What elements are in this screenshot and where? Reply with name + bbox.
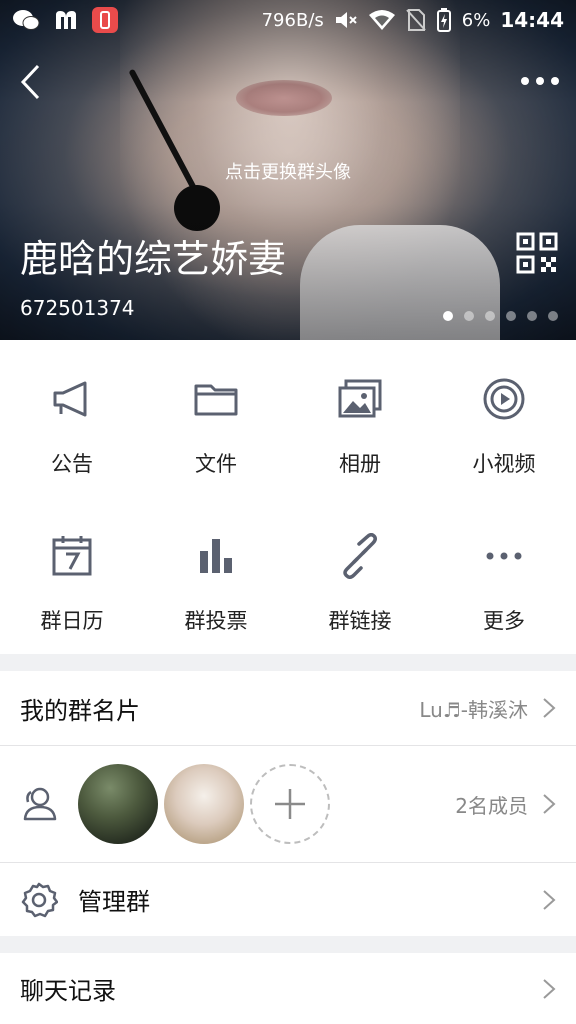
banner-page-indicator <box>443 311 558 321</box>
more-dots-icon <box>521 77 559 85</box>
feature-short-video[interactable]: 小视频 <box>432 340 576 497</box>
m-app-icon <box>54 9 78 31</box>
my-group-card-title: 我的群名片 <box>20 696 140 725</box>
back-button[interactable] <box>10 60 50 104</box>
page-indicator-dot <box>485 311 495 321</box>
feature-link[interactable]: 群链接 <box>288 497 432 654</box>
battery-charging-icon <box>436 8 452 32</box>
feature-label: 文件 <box>195 452 237 476</box>
feature-label: 更多 <box>483 609 525 633</box>
chevron-right-icon <box>543 978 556 999</box>
feature-label: 小视频 <box>472 452 536 476</box>
member-avatar[interactable] <box>164 764 244 844</box>
mute-icon <box>334 10 358 30</box>
qr-code-button[interactable] <box>516 232 558 274</box>
short-video-icon <box>483 378 525 420</box>
feature-more[interactable]: 更多 <box>432 497 576 654</box>
clock: 14:44 <box>500 8 564 32</box>
members-icon <box>23 787 57 821</box>
folder-icon <box>194 384 238 416</box>
vote-bar-chart-icon <box>200 539 232 573</box>
battery-percent: 6% <box>461 9 491 31</box>
feature-announcement[interactable]: 公告 <box>0 340 144 497</box>
member-avatar[interactable] <box>78 764 158 844</box>
page-indicator-dot <box>506 311 516 321</box>
feature-vote[interactable]: 群投票 <box>144 497 288 654</box>
wifi-icon <box>368 9 396 31</box>
chat-history-title: 聊天记录 <box>20 977 116 1005</box>
page-indicator-dot <box>527 311 537 321</box>
chevron-right-icon <box>543 698 556 718</box>
feature-label: 公告 <box>51 452 93 476</box>
feature-album[interactable]: 相册 <box>288 340 432 497</box>
my-group-card-row[interactable]: 我的群名片 Lu♬-韩溪沐 <box>0 671 576 745</box>
chevron-left-icon <box>20 64 40 100</box>
feature-label: 群投票 <box>184 609 248 633</box>
calendar-icon <box>52 536 92 576</box>
feature-files[interactable]: 文件 <box>144 340 288 497</box>
page-indicator-dot <box>548 311 558 321</box>
manage-group-title: 管理群 <box>78 888 150 916</box>
link-icon <box>343 533 378 579</box>
members-row[interactable]: 2名成员 <box>0 746 576 862</box>
chevron-right-icon <box>543 889 556 910</box>
qr-code-icon <box>516 232 558 274</box>
plus-icon <box>275 789 305 819</box>
megaphone-icon <box>53 381 87 417</box>
add-member-button[interactable] <box>250 764 330 844</box>
status-bar: 796B/s 6% 14:44 <box>0 0 576 40</box>
manage-group-row[interactable]: 管理群 <box>0 863 576 936</box>
chat-history-row[interactable]: 聊天记录 <box>0 953 576 1024</box>
member-count: 2名成员 <box>455 793 528 818</box>
red-app-icon <box>92 7 118 33</box>
no-sim-icon <box>406 9 426 31</box>
group-id: 672501374 <box>20 296 135 320</box>
network-speed: 796B/s <box>261 9 324 31</box>
feature-label: 群日历 <box>40 609 104 633</box>
feature-grid: 公告 文件 相册 小视频 群日历 群投票 群链接 更多 <box>0 340 576 654</box>
change-avatar-hint[interactable]: 点击更换群头像 <box>0 158 576 184</box>
gear-icon <box>21 882 58 917</box>
feature-label: 群链接 <box>328 609 392 633</box>
chevron-right-icon <box>543 794 556 814</box>
feature-calendar[interactable]: 群日历 <box>0 497 144 654</box>
photo-album-icon <box>338 379 382 418</box>
more-dots-icon <box>486 552 522 560</box>
feature-label: 相册 <box>339 452 381 476</box>
my-group-card-value: Lu♬-韩溪沐 <box>419 697 528 722</box>
page-indicator-dot <box>464 311 474 321</box>
page-indicator-dot <box>443 311 453 321</box>
group-name: 鹿晗的综艺娇妻 <box>20 237 287 281</box>
more-options-button[interactable] <box>518 66 562 96</box>
wechat-icon <box>12 8 40 32</box>
